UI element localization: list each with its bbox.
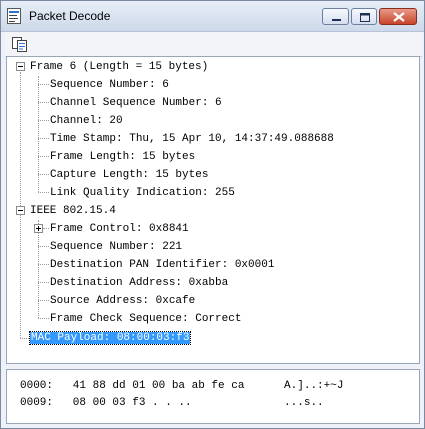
maximize-icon (360, 13, 370, 22)
tree-item-channel-sequence-number[interactable]: Channel Sequence Number: 6 (50, 94, 222, 112)
tree-item-source-address[interactable]: Source Address: 0xcafe (50, 292, 195, 310)
tree-item-destination-address[interactable]: Destination Address: 0xabba (50, 274, 228, 292)
toolbar (5, 32, 422, 57)
title-bar[interactable]: Packet Decode (1, 1, 424, 32)
tree-item-link-quality[interactable]: Link Quality Indication: 255 (50, 184, 235, 202)
tree-item-sequence-number[interactable]: Sequence Number: 6 (50, 76, 169, 94)
tree-item-frame-length[interactable]: Frame Length: 15 bytes (50, 148, 195, 166)
tree-item-capture-length[interactable]: Capture Length: 15 bytes (50, 166, 208, 184)
packet-tree[interactable]: Frame 6 (Length = 15 bytes) Sequence Num… (6, 56, 420, 364)
minimize-icon (332, 19, 341, 21)
close-button[interactable] (379, 8, 417, 25)
tree-node-frame[interactable]: Frame 6 (Length = 15 bytes) (30, 58, 208, 76)
window-title: Packet Decode (29, 9, 111, 23)
tree-item-destination-pan[interactable]: Destination PAN Identifier: 0x0001 (50, 256, 274, 274)
tree-item-frame-check-sequence[interactable]: Frame Check Sequence: Correct (50, 310, 241, 328)
maximize-button[interactable] (351, 8, 377, 25)
copy-icon (12, 37, 27, 52)
frame-collapse-toggle[interactable] (16, 62, 25, 71)
tree-item-channel[interactable]: Channel: 20 (50, 112, 123, 130)
tree-node-ieee[interactable]: IEEE 802.15.4 (30, 202, 116, 220)
minimize-button[interactable] (322, 8, 349, 25)
hex-line: 0000: 41 88 dd 01 00 ba ab fe ca A.]..:+… (20, 380, 344, 392)
hex-line: 0009: 08 00 03 f3 . . .. ...s.. (20, 397, 324, 409)
packet-decode-window: Packet Decode Frame 6 (Length = 15 bytes… (0, 0, 425, 429)
document-icon (7, 8, 21, 24)
tree-item-ieee-sequence-number[interactable]: Sequence Number: 221 (50, 238, 182, 256)
tree-item-time-stamp[interactable]: Time Stamp: Thu, 15 Apr 10, 14:37:49.088… (50, 130, 334, 148)
copy-button[interactable] (9, 34, 31, 54)
ieee-collapse-toggle[interactable] (16, 206, 25, 215)
close-icon (393, 12, 405, 22)
tree-node-mac-payload[interactable]: MAC Payload: 08:00:03:f3 (28, 331, 192, 345)
tree-item-frame-control[interactable]: Frame Control: 0x8841 (50, 220, 189, 238)
hex-dump-panel[interactable]: 0000: 41 88 dd 01 00 ba ab fe ca A.]..:+… (6, 369, 420, 424)
frame-control-expand-toggle[interactable] (34, 224, 43, 233)
